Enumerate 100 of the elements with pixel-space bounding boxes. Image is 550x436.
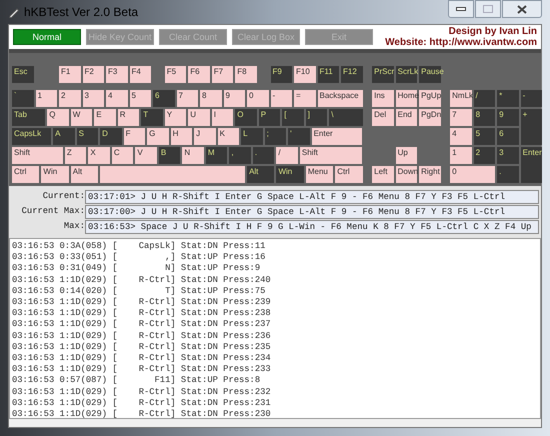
keyboard-key: PgDn xyxy=(419,109,441,126)
keyboard-key: Backspace xyxy=(318,90,362,107)
keyboard-key: ` xyxy=(12,90,34,107)
keyboard-key: 0 xyxy=(247,90,268,107)
keyboard-key: Ctrl xyxy=(12,166,40,183)
keyboard-key: 1 xyxy=(450,147,472,164)
log-line: 03:16:53 1:1D(029) [ R-Ctrl] Stat:DN Press:240 xyxy=(12,274,272,286)
keyboard-key: 4 xyxy=(106,90,128,107)
keyboard-key: P xyxy=(258,109,280,126)
keyboard-key: V xyxy=(135,147,157,164)
keyboard-key: ScrLk xyxy=(396,66,418,83)
log-line: 03:16:53 0:57(087) [ F11] Stat:UP Press:8 xyxy=(12,375,262,387)
minimize-button[interactable] xyxy=(448,0,474,18)
keyboard-key: U xyxy=(188,109,210,126)
log-line: 03:16:53 1:1D(029) [ R-Ctrl] Stat:DN Press:234 xyxy=(12,353,272,364)
keyboard-key: 0 xyxy=(450,166,496,183)
log-line: 03:16:53 1:1D(029) [ R-Ctrl] Stat:DN Press:239 xyxy=(12,297,272,308)
keyboard-key: 5 xyxy=(130,90,151,107)
keyboard-key: 8 xyxy=(200,90,222,107)
keyboard-key: X xyxy=(88,147,110,164)
keyboard-key: S xyxy=(76,128,98,145)
keyboard-key: PgUp xyxy=(419,90,441,107)
keyboard-key: Ins xyxy=(372,90,394,107)
keyboard-key: PrScr xyxy=(372,66,394,83)
close-icon xyxy=(517,4,527,14)
log-line: 03:16:53 1:1D(029) [ R-Ctrl] Stat:DN Press:232 xyxy=(12,386,272,398)
keyboard-key: L xyxy=(241,128,263,145)
credit-text: Design by Ivan Lin xyxy=(448,26,537,37)
keyboard-key: Y xyxy=(164,109,186,126)
keyboard-key: Alt xyxy=(70,166,98,183)
keyboard-key: 6 xyxy=(153,90,174,107)
keyboard-key: E xyxy=(94,109,116,126)
keyboard-key: Q xyxy=(47,109,69,126)
status-field: 03:17:01> J U H R-Shift I Enter G Space L-Alt F 9 - F6 Menu 8 F7 Y F3 F5 L-Ctrl xyxy=(85,190,539,204)
keyboard-key: / xyxy=(474,90,496,107)
status-label: Current Max: xyxy=(20,205,85,218)
log-line: 03:16:53 1:1D(029) [ R-Ctrl] Stat:DN Press:235 xyxy=(12,342,272,354)
pencil-icon xyxy=(8,6,20,18)
keyboard-key: R xyxy=(118,109,140,126)
keyboard-key: = xyxy=(294,90,316,107)
keyboard-key: 2 xyxy=(474,147,496,164)
keyboard-key: 8 xyxy=(474,109,496,126)
keyboard-key: Shift xyxy=(300,147,362,164)
keyboard-key: O xyxy=(235,109,257,126)
keyboard-key: H xyxy=(170,128,192,145)
keyboard-key: F7 xyxy=(212,66,234,83)
keyboard-key: 2 xyxy=(59,90,80,107)
keyboard-key: F6 xyxy=(188,66,210,83)
keyboard-key: * xyxy=(497,90,519,107)
keyboard-key: A xyxy=(53,128,75,145)
keyboard-key: . xyxy=(252,147,274,164)
keyboard-key: - xyxy=(520,90,542,107)
status-field: 03:16:53> Space J U R-Shift I H F 9 G L-Win - F6 Menu K 8 F7 Y F5 L-Ctrl C X Z F4 Up xyxy=(85,220,539,234)
keyboard-key: J xyxy=(194,128,216,145)
log-line: 03:16:53 0:31(049) [ N] Stat:UP Press:9 xyxy=(12,263,262,275)
keyboard-key: G xyxy=(147,128,169,145)
log-line: 03:16:53 1:1D(029) [ R-Ctrl] Stat:DN Press:236 xyxy=(12,330,272,342)
status-label: Max: xyxy=(62,220,85,234)
keyboard-key: M xyxy=(206,147,228,164)
keyboard-key: F2 xyxy=(82,66,104,83)
keyboard-key: F3 xyxy=(106,66,128,83)
keyboard-key: 3 xyxy=(82,90,104,107)
keyboard-key: + xyxy=(520,109,542,145)
keyboard-key: 9 xyxy=(497,109,519,126)
keyboard-key: F11 xyxy=(318,66,339,83)
keyboard-key: B xyxy=(158,147,180,164)
keyboard-key: 7 xyxy=(450,109,472,126)
keyboard-key: Up xyxy=(396,147,418,164)
keyboard-key: Ctrl xyxy=(335,166,363,183)
keyboard-key: End xyxy=(396,109,418,126)
keyboard-key: F12 xyxy=(341,66,362,83)
log-line: 03:16:53 1:1D(029) [ R-Ctrl] Stat:DN Press:230 xyxy=(12,409,272,418)
keyboard-key: , xyxy=(229,147,251,164)
keyboard-key: Menu xyxy=(306,166,334,183)
keyboard-key: D xyxy=(100,128,122,145)
keyboard-key: W xyxy=(70,109,92,126)
keyboard-key: ] xyxy=(306,109,328,126)
website-text: Website: http://www.ivantw.com xyxy=(385,37,537,48)
maximize-icon xyxy=(483,5,493,13)
log-line: 03:16:53 0:3A(058) [ CapsLk] Stat:DN Press:11 xyxy=(12,241,266,252)
keyboard-key: / xyxy=(276,147,298,164)
keyboard-key: Enter xyxy=(520,147,542,183)
keyboard-key: Enter xyxy=(312,128,362,145)
keyboard-key: F1 xyxy=(59,66,80,83)
status-label: Current: xyxy=(42,190,85,204)
keyboard-key: Win xyxy=(276,166,304,183)
keyboard-key: I xyxy=(212,109,234,126)
status-field: 03:17:00> J U H R-Shift I Enter G Space L-Alt F 9 - F6 Menu 8 F7 Y F3 F5 L-Ctrl xyxy=(85,205,539,219)
keyboard-key: . xyxy=(497,166,519,183)
toolbar-button[interactable]: Normal xyxy=(13,29,81,45)
close-button[interactable] xyxy=(502,0,542,18)
keyboard-key: Del xyxy=(372,109,394,126)
log-line: 03:16:53 1:1D(029) [ R-Ctrl] Stat:DN Press:231 xyxy=(12,398,272,410)
keyboard-key: F5 xyxy=(164,66,186,83)
log-line: 03:16:53 0:33(051) [ ,] Stat:UP Press:16 xyxy=(12,252,266,264)
keyboard-key: Esc xyxy=(12,66,34,83)
keyboard-key: Right xyxy=(419,166,441,183)
keyboard-key: CapsLk xyxy=(12,128,52,145)
window-title: hKBTest Ver 2.0 Beta xyxy=(24,4,138,21)
keyboard-key: 7 xyxy=(176,90,198,107)
